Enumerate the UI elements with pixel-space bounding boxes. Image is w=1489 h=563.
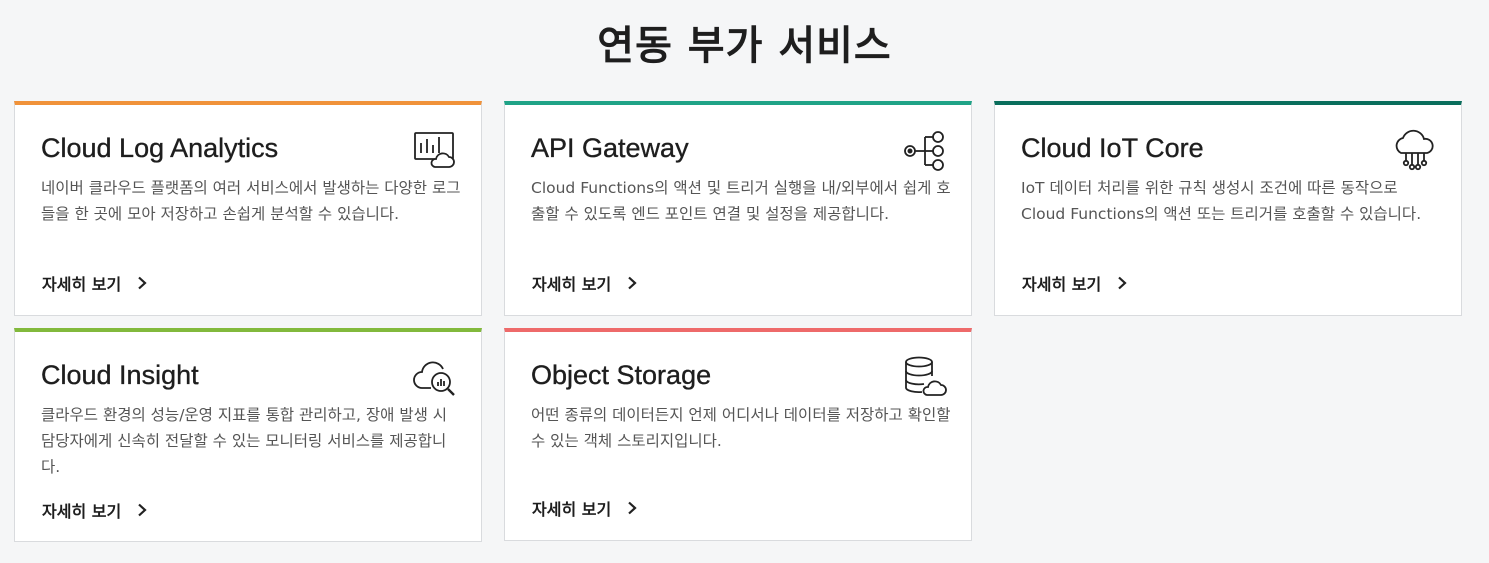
iot-cloud-icon	[1395, 129, 1434, 171]
details-link[interactable]: 자세히 보기	[1022, 271, 1129, 295]
card-description: 클라우드 환경의 성능/운영 지표를 통합 관리하고, 장애 발생 시 담당자에…	[41, 406, 448, 476]
gateway-network-icon	[904, 131, 944, 171]
card-title: Cloud IoT Core	[1021, 133, 1204, 163]
details-link[interactable]: 자세히 보기	[532, 496, 639, 520]
service-card-iot-core: Cloud IoT Core IoT 데이터 처리를 위한 규칙 생성시 조건에…	[994, 101, 1462, 316]
details-link[interactable]: 자세히 보기	[532, 271, 639, 295]
service-card-api-gateway: API Gateway Cloud Functions의 액션 및 트리거 실행…	[504, 101, 972, 316]
details-link-label: 자세히 보기	[532, 275, 612, 294]
chevron-right-icon	[138, 276, 147, 290]
service-card-insight: Cloud Insight 클라우드 환경의 성능/운영 지표를 통합 관리하고…	[14, 328, 482, 542]
details-link-label: 자세히 보기	[42, 275, 122, 294]
chevron-right-icon	[628, 501, 637, 515]
card-title: Cloud Log Analytics	[41, 133, 279, 163]
cloud-monitor-icon	[413, 361, 455, 396]
service-card-log-analytics: Cloud Log Analytics 네이버 클라우드 플랫폼의 여러 서비스…	[14, 101, 482, 316]
page-title: 연동 부가 서비스	[597, 23, 892, 69]
details-link[interactable]: 자세히 보기	[42, 498, 149, 522]
card-title: API Gateway	[531, 133, 689, 163]
chevron-right-icon	[1118, 276, 1127, 290]
details-link-label: 자세히 보기	[1022, 275, 1102, 294]
card-description: 네이버 클라우드 플랫폼의 여러 서비스에서 발생하는 다양한 로그들을 한 곳…	[41, 179, 461, 223]
card-description: 어떤 종류의 데이터든지 언제 어디서나 데이터를 저장하고 확인할 수 있는 …	[531, 406, 951, 450]
log-chart-cloud-icon	[414, 132, 455, 168]
details-link-label: 자세히 보기	[42, 502, 122, 521]
card-description: Cloud Functions의 액션 및 트리거 실행을 내/외부에서 쉽게 …	[531, 179, 951, 223]
service-card-object-storage: Object Storage 어떤 종류의 데이터든지 언제 어디서나 데이터를…	[504, 328, 972, 541]
card-description: IoT 데이터 처리를 위한 규칙 생성시 조건에 따른 동작으로 Cloud …	[1021, 179, 1422, 223]
details-link-label: 자세히 보기	[532, 500, 612, 519]
chevron-right-icon	[628, 276, 637, 290]
details-link[interactable]: 자세히 보기	[42, 271, 149, 295]
card-title: Object Storage	[531, 360, 712, 390]
chevron-right-icon	[138, 503, 147, 517]
card-title: Cloud Insight	[41, 360, 199, 390]
database-cloud-icon	[905, 356, 947, 396]
